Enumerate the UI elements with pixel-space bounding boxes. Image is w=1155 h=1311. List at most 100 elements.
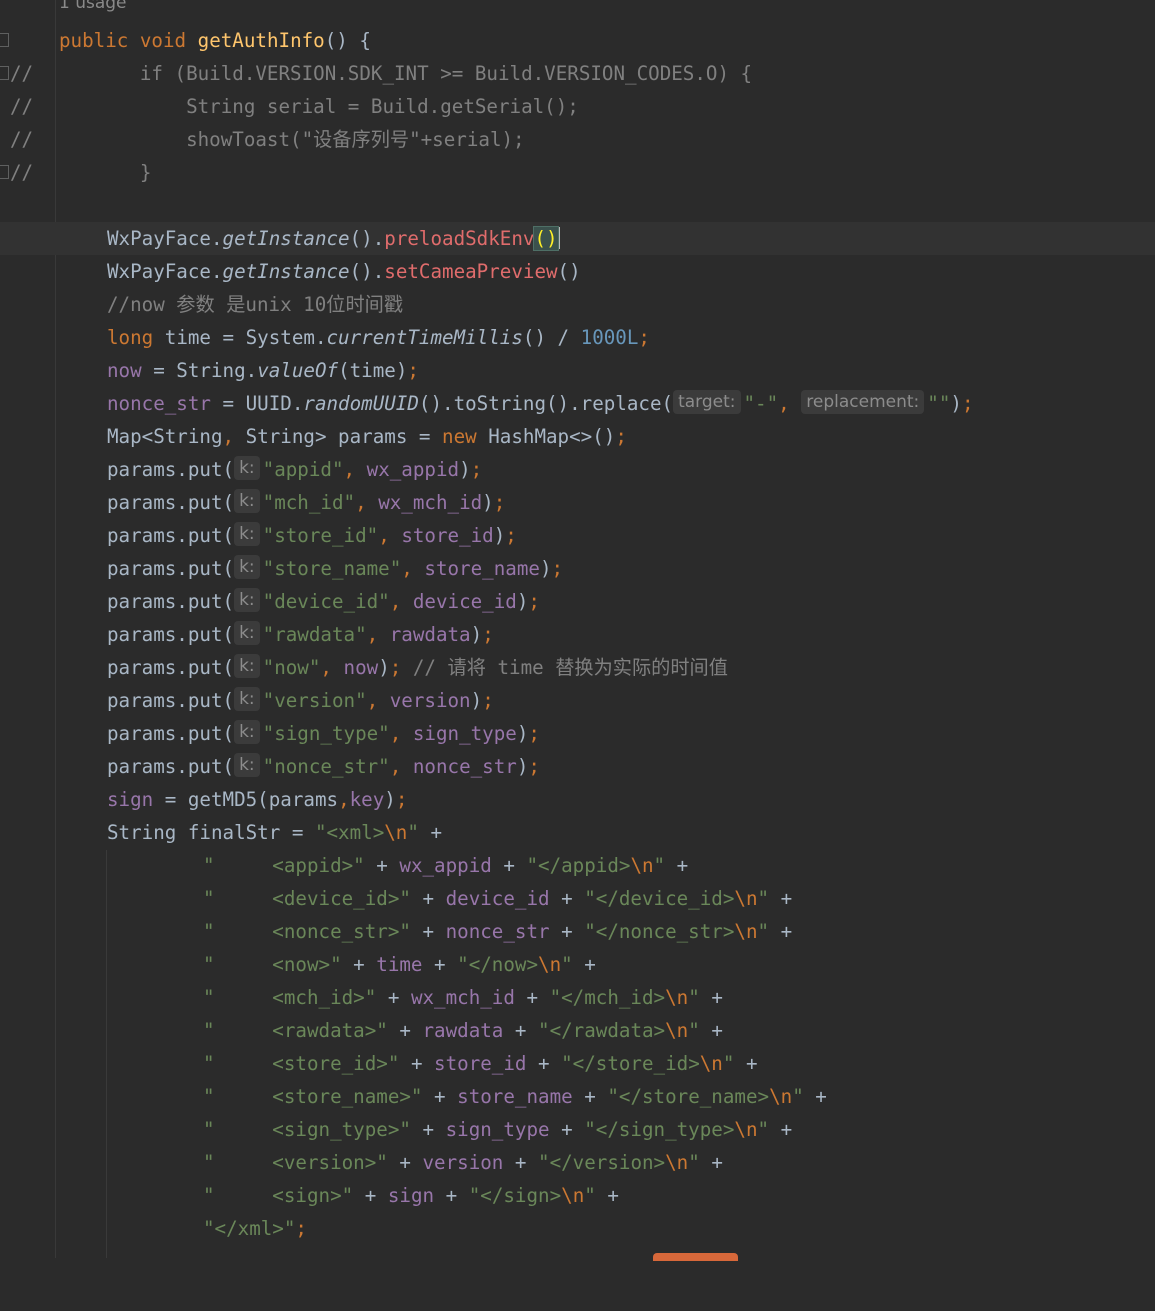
code-line[interactable]: params.put(k: "version", version); — [0, 684, 1155, 717]
code-line[interactable]: params.put(k: "rawdata", rawdata); — [0, 618, 1155, 651]
code-editor[interactable]: 1 usage public void getAuthInfo() { // i… — [0, 0, 1155, 1258]
code-line[interactable]: params.put(k: "sign_type", sign_type); — [0, 717, 1155, 750]
semicolon: ; — [389, 656, 402, 679]
code-text: + — [503, 1019, 539, 1042]
string-literal: "</nonce_str> — [584, 920, 735, 943]
code-text: + — [364, 854, 400, 877]
code-line[interactable]: long time = System.currentTimeMillis() /… — [0, 321, 1155, 354]
code-text: + — [422, 1085, 458, 1108]
code-line[interactable]: " <store_id>" + store_id + "</store_id>\… — [0, 1047, 1155, 1080]
code-text: + — [410, 887, 446, 910]
code-line[interactable]: params.put(k: "appid", wx_appid); — [0, 453, 1155, 486]
code-line[interactable]: " <now>" + time + "</now>\n" + — [0, 948, 1155, 981]
code-text: + — [434, 1184, 469, 1207]
escape-sequence: \n — [665, 986, 689, 1009]
parameter-hint: k: — [234, 456, 260, 480]
code-line[interactable]: " <sign_type>" + sign_type + "</sign_typ… — [0, 1113, 1155, 1146]
code-line[interactable]: params.put(k: "store_id", store_id); — [0, 519, 1155, 552]
comma: , — [222, 425, 235, 448]
string-literal: " — [722, 1052, 735, 1075]
semicolon: ; — [551, 557, 564, 580]
code-line[interactable]: " <sign>" + sign + "</sign>\n" + — [0, 1179, 1155, 1212]
field: sign_type — [412, 722, 517, 745]
parameter-hint: k: — [234, 720, 260, 744]
semicolon: ; — [295, 1217, 307, 1240]
code-text: ) — [516, 590, 529, 613]
field: device_id — [445, 887, 550, 910]
code-line[interactable]: params.put(k: "now", now); // 请将 time 替换为… — [0, 651, 1155, 684]
semicolon: ; — [528, 590, 540, 613]
code-text: + — [769, 1118, 793, 1141]
code-line[interactable]: " <appid>" + wx_appid + "</appid>\n" + — [0, 849, 1155, 882]
string-literal: "store_name" — [262, 557, 402, 580]
code-line[interactable]: now = String.valueOf(time); — [0, 354, 1155, 387]
string-literal: "</store_id> — [561, 1052, 700, 1075]
code-line[interactable]: " <version>" + version + "</version>\n" … — [0, 1146, 1155, 1179]
field: nonce_str — [107, 392, 211, 415]
number-literal: 1000L — [580, 326, 639, 349]
string-literal: " <version>" — [203, 1151, 388, 1174]
string-literal: " <now>" — [203, 953, 342, 976]
code-text: + — [572, 1085, 608, 1108]
code-text: + — [549, 1118, 585, 1141]
code-line[interactable]: " <store_name>" + store_name + "</store_… — [0, 1080, 1155, 1113]
code-line[interactable]: String finalStr = "<xml>\n" + — [0, 816, 1155, 849]
code-line[interactable]: " <rawdata>" + rawdata + "</rawdata>\n" … — [0, 1014, 1155, 1047]
method-call: currentTimeMillis — [326, 326, 523, 349]
code-line[interactable]: "</xml>"; — [0, 1212, 1155, 1245]
code-line[interactable]: sign = getMD5(params,key); — [0, 783, 1155, 816]
current-code-line[interactable]: WxPayFace.getInstance().preloadSdkEnv() — [0, 222, 1155, 255]
code-text: params.put( — [107, 722, 235, 745]
escape-sequence: \n — [630, 854, 654, 877]
notification-tab[interactable] — [653, 1253, 738, 1261]
code-line[interactable]: params.put(k: "mch_id", wx_mch_id); — [0, 486, 1155, 519]
code-text: ) — [459, 458, 471, 481]
field: now — [107, 359, 142, 382]
code-line[interactable]: " <mch_id>" + wx_mch_id + "</mch_id>\n" … — [0, 981, 1155, 1014]
code-line[interactable]: // String serial = Build.getSerial(); — [0, 90, 1155, 123]
semicolon: ; — [395, 788, 408, 811]
code-line[interactable]: // if (Build.VERSION.SDK_INT >= Build.VE… — [0, 57, 1155, 90]
code-line[interactable]: //now 参数 是unix 10位时间戳 — [0, 288, 1155, 321]
code-line[interactable]: public void getAuthInfo() { — [0, 24, 1155, 57]
commented-code: String serial = Build.getSerial(); — [59, 95, 579, 118]
code-line[interactable]: " <nonce_str>" + nonce_str + "</nonce_st… — [0, 915, 1155, 948]
code-text: + — [503, 1151, 539, 1174]
code-text: + — [572, 953, 596, 976]
usage-hint[interactable]: 1 usage — [59, 0, 127, 13]
escape-sequence: \n — [561, 1184, 585, 1207]
code-line[interactable]: // showToast("设备序列号"+serial); — [0, 123, 1155, 156]
code-line[interactable]: params.put(k: "device_id", device_id); — [0, 585, 1155, 618]
code-text: + — [769, 920, 793, 943]
field: sign — [387, 1184, 435, 1207]
code-line[interactable]: nonce_str = UUID.randomUUID().toString()… — [0, 387, 1155, 420]
semicolon: ; — [638, 326, 650, 349]
comma: , — [366, 689, 379, 712]
code-line[interactable]: WxPayFace.getInstance().setCameaPreview(… — [0, 255, 1155, 288]
code-text: + — [803, 1085, 827, 1108]
string-literal: " <device_id>" — [203, 887, 411, 910]
code-text: + — [526, 1052, 562, 1075]
parameter-hint: k: — [234, 555, 260, 579]
code-text: + — [399, 1052, 435, 1075]
code-line[interactable]: Map<String, String> params = new HashMap… — [0, 420, 1155, 453]
code-text: params.put( — [107, 656, 235, 679]
code-line[interactable]: // } — [0, 156, 1155, 189]
code-line[interactable]: params.put(k: "store_name", store_name); — [0, 552, 1155, 585]
code-text: + — [387, 1019, 423, 1042]
code-text: time = System. — [153, 326, 327, 349]
escape-sequence: \n — [538, 953, 562, 976]
field: device_id — [412, 590, 517, 613]
escape-sequence: \n — [734, 887, 758, 910]
code-line[interactable]: " <device_id>" + device_id + "</device_i… — [0, 882, 1155, 915]
string-literal: " — [757, 1118, 770, 1141]
code-text: + — [549, 920, 585, 943]
string-literal: "rawdata" — [262, 623, 367, 646]
code-line[interactable]: params.put(k: "nonce_str", nonce_str); — [0, 750, 1155, 783]
string-literal: " <sign_type>" — [203, 1118, 411, 1141]
code-text: + — [514, 986, 550, 1009]
comma: , — [778, 392, 790, 415]
